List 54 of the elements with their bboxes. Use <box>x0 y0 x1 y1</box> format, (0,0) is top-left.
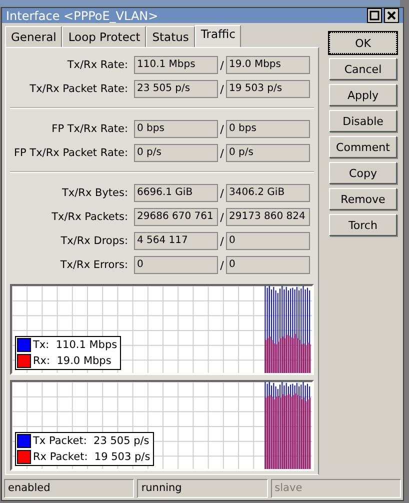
value-field: 0 <box>226 232 310 250</box>
field-label: FP Tx/Rx Rate: <box>50 123 129 135</box>
separator-text: / <box>219 258 225 272</box>
value-field: 6696.1 GiB <box>134 184 218 202</box>
field-label: FP Tx/Rx Packet Rate: <box>12 147 129 159</box>
status-field: enabled <box>4 479 134 498</box>
separator-text: / <box>219 210 225 224</box>
value-field: 3406.2 GiB <box>226 184 310 202</box>
value-field: 0 bps <box>226 120 310 138</box>
dialog-button[interactable]: Copy <box>329 162 397 184</box>
field-label: Tx/Rx Drops: <box>60 235 129 247</box>
dialog-button[interactable]: Apply <box>329 84 397 106</box>
separator-text: / <box>219 146 225 160</box>
value-field: 19 503 p/s <box>226 80 310 98</box>
legend-text: Tx Packet: 23 505 p/s <box>33 435 150 447</box>
value-field: 23 505 p/s <box>134 80 218 98</box>
value-field: 0 <box>134 256 218 274</box>
value-field: 19.0 Mbps <box>226 56 310 74</box>
tab[interactable]: Loop Protect <box>62 26 146 47</box>
tab[interactable]: Traffic <box>194 25 242 47</box>
tab[interactable]: Status <box>146 26 195 47</box>
value-field: 29173 860 824 <box>226 208 310 226</box>
dialog-button[interactable]: Cancel <box>329 58 397 80</box>
tab[interactable]: General <box>5 26 62 47</box>
dialog-button[interactable]: Disable <box>329 110 397 132</box>
field-label: Tx/Rx Packets: <box>50 211 129 223</box>
separator-text: / <box>219 234 225 248</box>
field-label: Tx/Rx Errors: <box>59 259 129 271</box>
value-field: 110.1 Mbps <box>134 56 218 74</box>
value-field: 4 564 117 <box>134 232 218 250</box>
value-field: 0 p/s <box>226 144 310 162</box>
separator-text: / <box>219 122 225 136</box>
maximize-icon[interactable] <box>367 8 382 23</box>
value-field: 0 p/s <box>134 144 218 162</box>
field-label: Tx/Rx Packet Rate: <box>28 83 129 95</box>
legend-text: Rx Packet: 19 503 p/s <box>33 451 150 463</box>
separator-text: / <box>219 82 225 96</box>
window-title: Interface <PPPoE_VLAN> <box>6 8 158 22</box>
field-label: Tx/Rx Bytes: <box>60 187 129 199</box>
separator-text: / <box>219 58 225 72</box>
legend-text: Tx: 110.1 Mbps <box>33 339 118 351</box>
separator-text: / <box>219 186 225 200</box>
legend-text: Rx: 19.0 Mbps <box>33 355 112 367</box>
value-field: 29686 670 761 <box>134 208 218 226</box>
value-field: 0 <box>226 256 310 274</box>
dialog-button[interactable]: OK <box>329 32 397 54</box>
dialog-button[interactable]: Remove <box>329 188 397 210</box>
value-field: 0 bps <box>134 120 218 138</box>
dialog-button[interactable]: Comment <box>329 136 397 158</box>
dialog-button[interactable]: Torch <box>329 214 397 236</box>
status-field: slave <box>270 479 401 498</box>
field-label: Tx/Rx Rate: <box>66 59 129 71</box>
close-icon[interactable] <box>384 8 399 23</box>
status-field: running <box>137 479 268 498</box>
